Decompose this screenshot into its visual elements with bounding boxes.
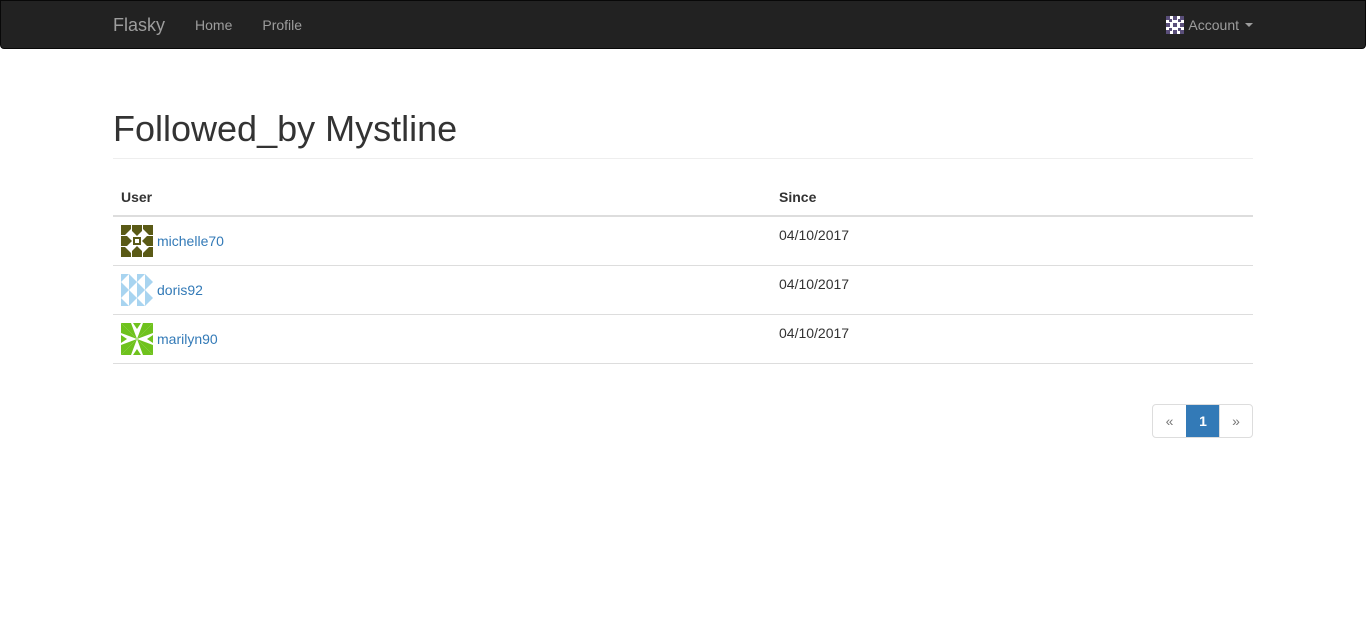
chevron-down-icon (1245, 22, 1253, 27)
since-cell: 04/10/2017 (771, 265, 1253, 315)
account-dropdown[interactable]: Account (1166, 15, 1253, 34)
table-row: marilyn90 04/10/2017 (113, 314, 1253, 364)
navbar-inner: Flasky Home Profile Account (98, 1, 1268, 48)
main-container: Followed_by Mystline User Since michelle… (98, 109, 1268, 438)
user-avatar-icon (121, 225, 153, 257)
user-cell: doris92 (113, 265, 771, 315)
user-cell: marilyn90 (113, 314, 771, 364)
followers-table: User Since michelle70 04/10/2017 doris92… (113, 179, 1253, 364)
since-cell: 04/10/2017 (771, 216, 1253, 266)
column-header-since: Since (771, 179, 1253, 217)
pagination: « 1 » (1152, 404, 1253, 438)
nav-home-link[interactable]: Home (180, 1, 247, 49)
pagination-page-1[interactable]: 1 (1186, 405, 1219, 437)
table-header-row: User Since (113, 179, 1253, 217)
brand-link[interactable]: Flasky (113, 1, 180, 49)
account-label: Account (1188, 16, 1239, 33)
page-title: Followed_by Mystline (113, 108, 458, 149)
account-avatar-icon (1166, 15, 1185, 34)
user-link[interactable]: marilyn90 (121, 323, 763, 355)
nav-profile-link[interactable]: Profile (247, 1, 317, 49)
user-link[interactable]: michelle70 (121, 225, 763, 257)
pagination-wrapper: « 1 » (113, 404, 1253, 438)
column-header-user: User (113, 179, 771, 217)
table-row: michelle70 04/10/2017 (113, 216, 1253, 266)
page-header: Followed_by Mystline (113, 109, 1253, 159)
pagination-prev-button[interactable]: « (1153, 405, 1186, 437)
user-avatar-icon (121, 274, 153, 306)
pagination-next-button[interactable]: » (1219, 405, 1252, 437)
user-name: marilyn90 (157, 331, 218, 347)
user-link[interactable]: doris92 (121, 274, 763, 306)
since-cell: 04/10/2017 (771, 314, 1253, 364)
table-row: doris92 04/10/2017 (113, 265, 1253, 315)
user-cell: michelle70 (113, 216, 771, 266)
user-name: michelle70 (157, 233, 224, 249)
user-name: doris92 (157, 282, 203, 298)
user-avatar-icon (121, 323, 153, 355)
navbar: Flasky Home Profile Account (0, 0, 1366, 49)
